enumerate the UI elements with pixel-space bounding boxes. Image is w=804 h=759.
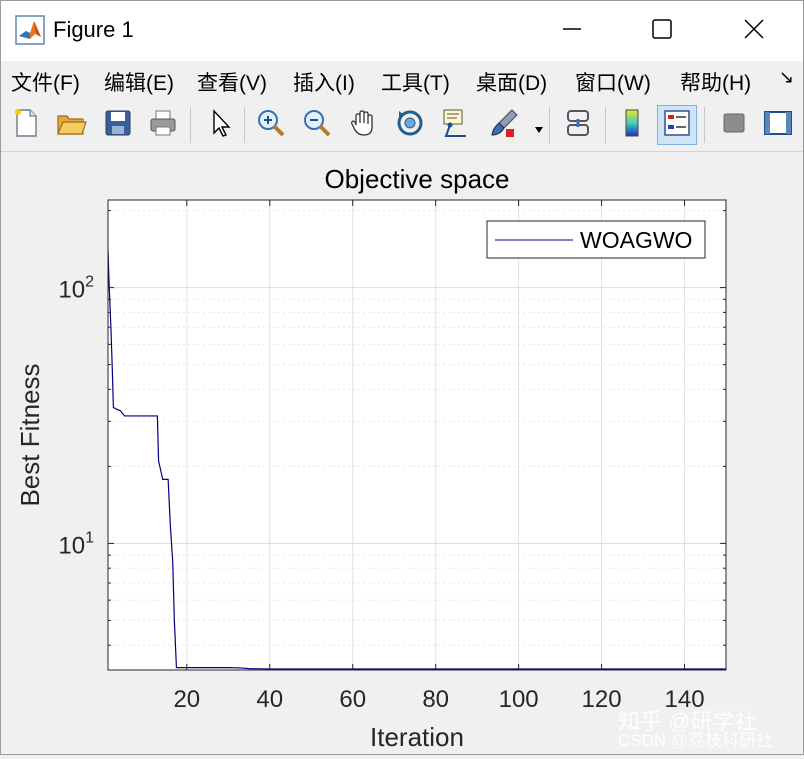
legend-label-woagwo: WOAGWO: [580, 227, 692, 253]
menu-edit[interactable]: 编辑(E): [104, 67, 174, 97]
x-axis-label: Iteration: [370, 722, 464, 752]
open-file-icon: [55, 107, 87, 144]
figure-window: Figure 1 文件(F) 编辑(E) 查看(V) 插入(I) 工具(T) 桌…: [0, 0, 804, 755]
watermark-csdn: CSDN @荔枝科研社: [618, 731, 774, 750]
zoom-out-icon: [301, 107, 333, 144]
save-button[interactable]: [98, 105, 138, 145]
data-cursor-button[interactable]: [436, 105, 476, 145]
toolbar-separator: [549, 107, 550, 143]
menu-help[interactable]: 帮助(H): [680, 67, 751, 97]
minimize-icon: [561, 18, 583, 45]
brush-dropdown-icon[interactable]: [534, 121, 544, 139]
figure-toolbar: [1, 99, 803, 152]
toolbar-separator: [244, 107, 245, 143]
menu-window[interactable]: 窗口(W): [575, 67, 651, 97]
menu-desktop[interactable]: 桌面(D): [476, 67, 547, 97]
legend[interactable]: WOAGWO: [486, 220, 706, 259]
save-icon: [102, 107, 134, 144]
hide-plot-tools-icon: [718, 107, 750, 144]
x-tick-label: 80: [422, 686, 449, 713]
edit-plot-arrow-icon: [203, 107, 235, 144]
y-axis-label: Best Fitness: [15, 363, 45, 506]
y-tick-label: 102: [58, 274, 94, 304]
zoom-out-button[interactable]: [297, 105, 337, 145]
show-plot-tools-icon: [762, 107, 794, 144]
hide-plot-tools-button[interactable]: [714, 105, 754, 145]
legend-button[interactable]: [657, 105, 697, 145]
plot-area[interactable]: [108, 200, 726, 670]
x-tick-label: 120: [582, 686, 622, 713]
title-bar[interactable]: Figure 1: [1, 1, 803, 61]
matlab-logo-icon: [15, 15, 45, 45]
chart-title: Objective space: [325, 164, 510, 194]
new-figure-button[interactable]: [6, 105, 46, 145]
show-plot-tools-button[interactable]: [758, 105, 798, 145]
open-file-button[interactable]: [51, 105, 91, 145]
link-plot-icon: [562, 107, 594, 144]
print-icon: [147, 107, 179, 144]
pan-hand-icon: [347, 107, 379, 144]
close-button[interactable]: [734, 11, 774, 51]
x-tick-label: 100: [499, 686, 539, 713]
rotate-3d-icon: [394, 107, 426, 144]
close-icon: [743, 18, 765, 45]
brush-icon: [488, 107, 520, 144]
rotate-3d-button[interactable]: [390, 105, 430, 145]
link-plot-button[interactable]: [558, 105, 598, 145]
maximize-button[interactable]: [642, 11, 682, 51]
new-figure-icon: [10, 107, 42, 144]
zoom-in-icon: [255, 107, 287, 144]
chart: Objective space 20 40 60 80 100 120 140101102 …: [15, 164, 727, 752]
menu-file[interactable]: 文件(F): [11, 67, 80, 97]
x-tick-label: 20: [173, 686, 200, 713]
legend-icon: [661, 107, 693, 144]
print-button[interactable]: [143, 105, 183, 145]
toolbar-separator: [605, 107, 606, 143]
maximize-icon: [651, 18, 673, 45]
y-tick-label: 101: [58, 529, 94, 559]
colorbar-icon: [616, 107, 648, 144]
menu-bar: 文件(F) 编辑(E) 查看(V) 插入(I) 工具(T) 桌面(D) 窗口(W…: [1, 61, 803, 99]
toolbar-separator: [190, 107, 191, 143]
menu-insert[interactable]: 插入(I): [293, 67, 355, 97]
menu-view[interactable]: 查看(V): [197, 67, 267, 97]
x-tick-label: 60: [339, 686, 366, 713]
window-title: Figure 1: [53, 17, 134, 42]
toolbar-separator: [704, 107, 705, 143]
pan-button[interactable]: [343, 105, 383, 145]
brush-button[interactable]: [484, 105, 524, 145]
edit-plot-button[interactable]: [199, 105, 239, 145]
colorbar-button[interactable]: [612, 105, 652, 145]
data-cursor-icon: [440, 107, 472, 144]
zoom-in-button[interactable]: [251, 105, 291, 145]
minimize-button[interactable]: [552, 11, 592, 51]
figure-canvas: Objective space 20 40 60 80 100 120 140 101 102 …: [1, 152, 803, 754]
menu-overflow-icon[interactable]: ↘: [779, 67, 794, 88]
x-tick-label: 40: [256, 686, 283, 713]
menu-tools[interactable]: 工具(T): [381, 67, 450, 97]
